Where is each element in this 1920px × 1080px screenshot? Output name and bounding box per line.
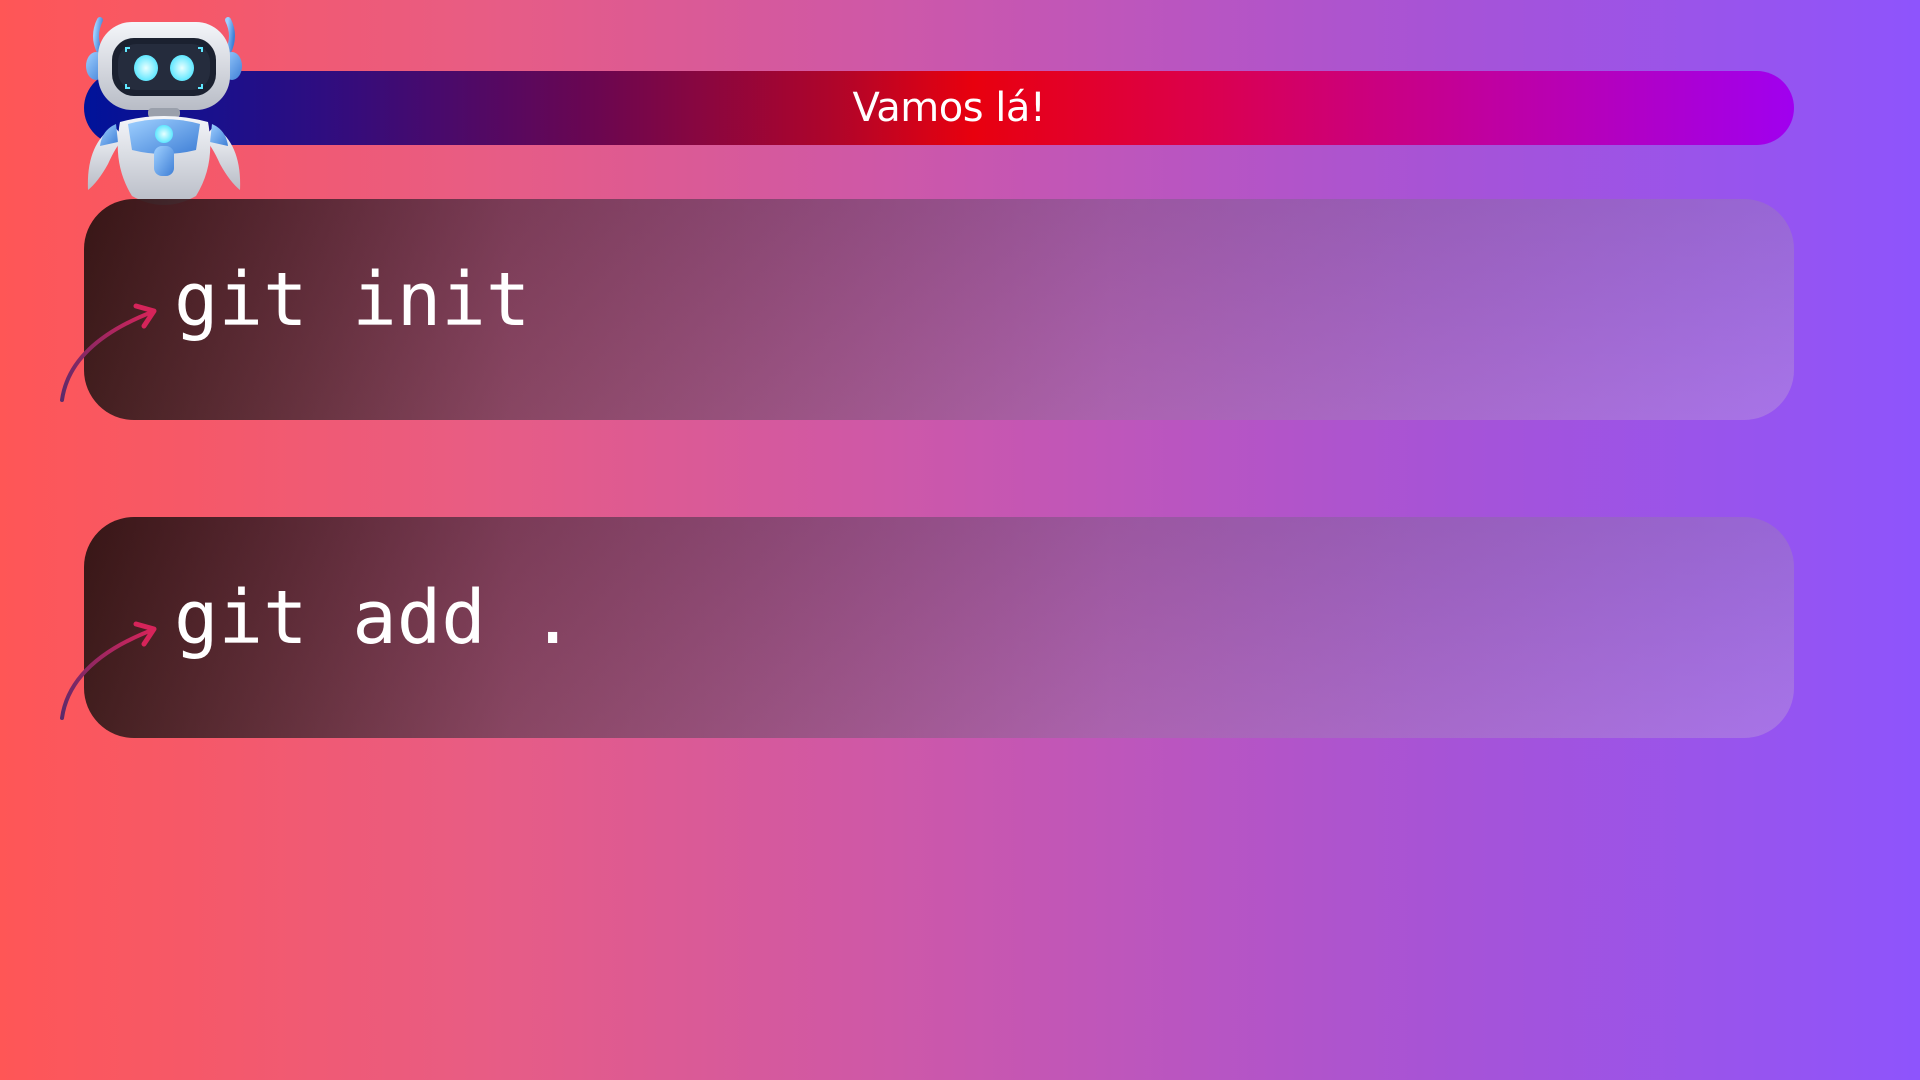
command-card-add: git add .	[84, 517, 1794, 738]
command-text-init: git init	[174, 256, 531, 343]
banner-title: Vamos lá!	[852, 85, 1046, 131]
title-banner: Vamos lá!	[84, 71, 1794, 145]
robot-mascot-icon	[86, 17, 242, 205]
curved-arrow-icon	[60, 621, 157, 720]
curved-arrow-icon	[60, 303, 157, 402]
command-text-add: git add .	[174, 574, 575, 661]
command-card-init: git init	[84, 199, 1794, 420]
